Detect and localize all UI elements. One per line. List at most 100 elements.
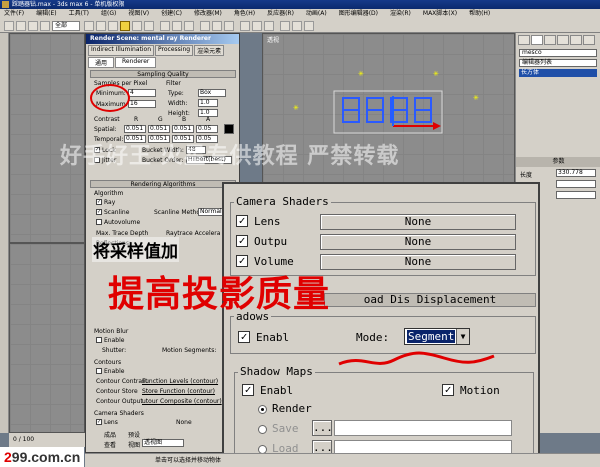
menu-views[interactable]: 视图(V)	[128, 9, 149, 19]
quick-render-icon[interactable]	[292, 21, 302, 31]
viewport-select[interactable]: 透视图	[142, 439, 184, 447]
create-tab-icon[interactable]	[518, 35, 530, 45]
menu-create[interactable]: 创建(C)	[161, 9, 182, 19]
redo-icon[interactable]	[16, 21, 26, 31]
contours-enable-checkbox[interactable]	[96, 368, 102, 374]
angle-snap-icon[interactable]	[172, 21, 182, 31]
lens-checkbox[interactable]: ✓	[236, 215, 248, 227]
schematic-icon[interactable]	[252, 21, 262, 31]
menu-reactor[interactable]: 反应器(R)	[267, 9, 294, 19]
parameters-rollout-header[interactable]: 参数	[516, 157, 600, 167]
spatial-g-field[interactable]: 0.051	[148, 125, 170, 133]
select-icon[interactable]	[84, 21, 94, 31]
time-slider[interactable]: 0 / 100	[9, 433, 85, 447]
contour-output-shader-button[interactable]: utour Composite (contour)	[142, 398, 222, 405]
lens-shader-button-small[interactable]: None	[176, 419, 192, 426]
move-icon[interactable]	[120, 21, 130, 31]
menu-maxscript[interactable]: MAX脚本(X)	[423, 9, 457, 19]
light-icon[interactable]: ✳	[293, 104, 299, 112]
tab-common[interactable]: 通用	[88, 57, 115, 68]
lens-checkbox-small[interactable]: ✓	[96, 419, 102, 425]
modify-tab-icon[interactable]	[531, 35, 543, 45]
utilities-tab-icon[interactable]	[583, 35, 595, 45]
menu-modifiers[interactable]: 修改器(M)	[194, 9, 222, 19]
output-shader-button[interactable]: None	[320, 234, 516, 250]
save-path-field[interactable]	[334, 420, 512, 436]
viewport-bottom-left[interactable]	[9, 243, 85, 433]
save-browse-button[interactable]: ...	[312, 420, 333, 436]
contour-store-shader-button[interactable]: Store Function (contour)	[142, 388, 215, 395]
watermark-text: 好手好王 火星专供教程 严禁转载	[60, 144, 400, 169]
autovolume-checkbox[interactable]	[96, 219, 102, 225]
width-field[interactable]	[556, 180, 596, 188]
menu-help[interactable]: 帮助(H)	[469, 9, 490, 19]
displacement-rollout-header[interactable]: oad Dis Displacement	[324, 293, 536, 307]
tab-processing[interactable]: Processing	[155, 45, 194, 56]
filter-width-field[interactable]: 1.0	[198, 99, 218, 107]
light-icon[interactable]: ✳	[433, 70, 439, 78]
height-field[interactable]	[556, 191, 596, 199]
select-by-name-icon[interactable]	[96, 21, 106, 31]
tab-indirect-illumination[interactable]: Indirect Illumination	[88, 45, 155, 56]
filter-type-select[interactable]: Box	[198, 89, 226, 97]
curve-editor-icon[interactable]	[240, 21, 250, 31]
object-name-field[interactable]: mesco	[519, 49, 597, 57]
volume-shader-button[interactable]: None	[320, 254, 516, 270]
align-icon[interactable]	[212, 21, 222, 31]
scale-icon[interactable]	[144, 21, 154, 31]
motion-checkbox[interactable]: ✓	[442, 384, 454, 396]
menu-graph-editors[interactable]: 图形编辑器(D)	[339, 9, 378, 19]
menu-file[interactable]: 文件(F)	[4, 9, 24, 19]
tab-renderer[interactable]: Renderer	[115, 57, 157, 68]
minimum-select[interactable]: 4	[128, 89, 156, 97]
region-select-icon[interactable]	[108, 21, 118, 31]
rendering-algorithms-header[interactable]: Rendering Algorithms	[90, 180, 236, 188]
length-field[interactable]: 330.778	[556, 169, 596, 177]
menu-edit[interactable]: 编辑(E)	[36, 9, 56, 19]
layer-icon[interactable]	[224, 21, 234, 31]
scanline-checkbox[interactable]: ✓	[96, 209, 102, 215]
undo-icon[interactable]	[4, 21, 14, 31]
render-radio[interactable]	[258, 405, 267, 414]
spatial-a-field[interactable]: 0.05	[196, 125, 218, 133]
menu-tools[interactable]: 工具(T)	[69, 9, 89, 19]
menu-character[interactable]: 角色(H)	[234, 9, 255, 19]
modifier-list-select[interactable]: 编辑器列表	[519, 59, 597, 67]
menu-rendering[interactable]: 渲染(R)	[390, 9, 411, 19]
sampling-quality-header[interactable]: Sampling Quality	[90, 70, 236, 78]
menu-animation[interactable]: 动画(A)	[306, 9, 327, 19]
spatial-r-field[interactable]: 0.051	[124, 125, 146, 133]
mirror-icon[interactable]	[200, 21, 210, 31]
lens-shader-button[interactable]: None	[320, 214, 516, 230]
render-type-icon[interactable]	[304, 21, 314, 31]
snap-icon[interactable]	[160, 21, 170, 31]
rotate-icon[interactable]	[132, 21, 142, 31]
motion-blur-enable-checkbox[interactable]	[96, 337, 102, 343]
percent-snap-icon[interactable]	[184, 21, 194, 31]
render-scene-icon[interactable]	[280, 21, 290, 31]
spatial-b-field[interactable]: 0.051	[172, 125, 194, 133]
output-checkbox[interactable]: ✓	[236, 235, 248, 247]
light-icon[interactable]: ✳	[358, 70, 364, 78]
light-icon[interactable]: ✳	[473, 94, 479, 102]
selection-filter-select[interactable]: 全部	[52, 21, 80, 31]
hierarchy-tab-icon[interactable]	[544, 35, 556, 45]
shadows-enable-checkbox[interactable]: ✓	[238, 331, 250, 343]
maximum-select[interactable]: 16	[128, 100, 156, 108]
modifier-stack-item[interactable]: 长方体	[519, 69, 597, 77]
viewport-label[interactable]: 透视	[267, 35, 279, 44]
status-hint: 单击可以选择并移动物体	[155, 457, 222, 464]
contrast-color-swatch[interactable]	[224, 124, 234, 134]
save-radio[interactable]	[258, 425, 267, 434]
tab-render-elements[interactable]: 渲染元素	[194, 45, 225, 56]
link-icon[interactable]	[28, 21, 38, 31]
ray-checkbox[interactable]: ✓	[96, 199, 102, 205]
unlink-icon[interactable]	[40, 21, 50, 31]
menu-group[interactable]: 组(G)	[101, 9, 116, 19]
contour-contrast-shader-button[interactable]: Function Levels (contour)	[142, 378, 218, 385]
display-tab-icon[interactable]	[570, 35, 582, 45]
motion-tab-icon[interactable]	[557, 35, 569, 45]
shadow-maps-enable-checkbox[interactable]: ✓	[242, 384, 254, 396]
material-editor-icon[interactable]	[264, 21, 274, 31]
annotation-headline: 提高投影质量	[108, 274, 331, 315]
